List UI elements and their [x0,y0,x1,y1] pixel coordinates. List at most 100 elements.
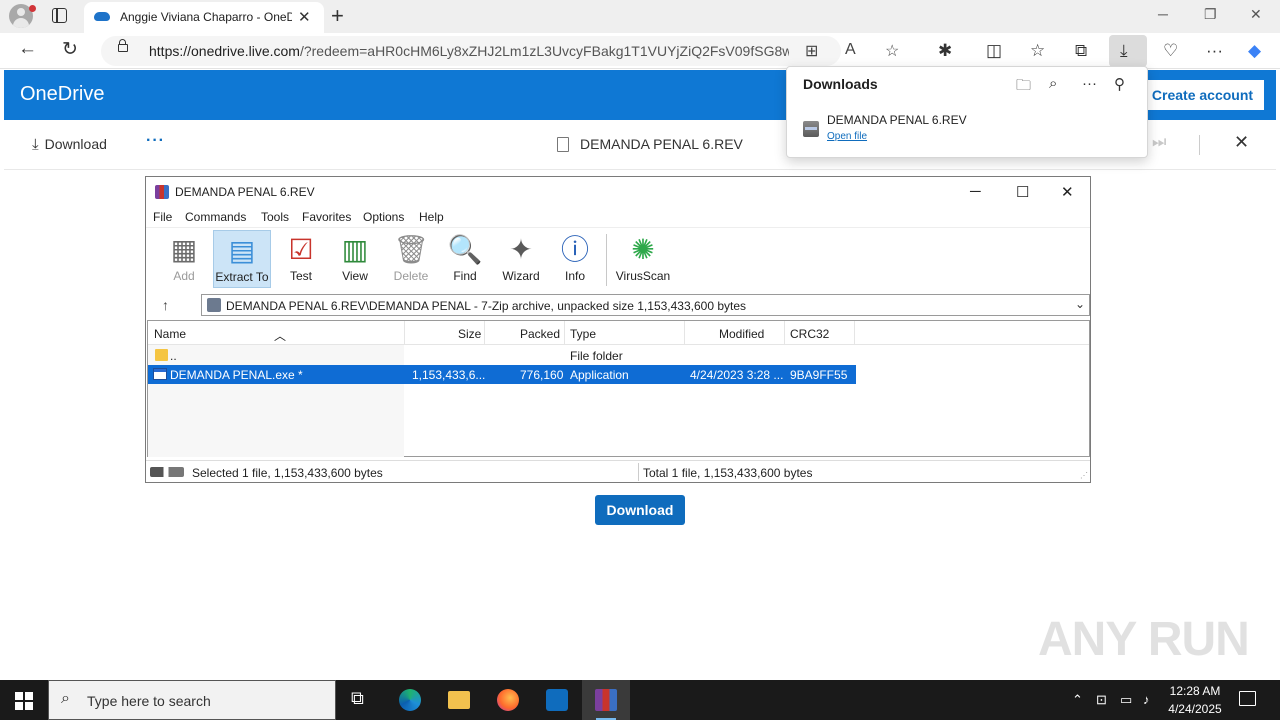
window-minimize-button[interactable]: ─ [1158,6,1168,22]
tab-close-icon[interactable]: ✕ [298,8,311,26]
column-packed[interactable]: Packed [520,327,560,341]
search-icon: ⌕ [61,690,70,707]
up-folder-icon[interactable]: ↑ [162,297,169,313]
lock-icon[interactable] [118,39,128,52]
device-icon[interactable]: ⊡ [1096,692,1107,708]
menu-favorites[interactable]: Favorites [302,210,351,224]
chevron-down-icon[interactable]: ⌄ [1075,297,1085,311]
pin-icon[interactable]: ⚲ [1114,75,1125,93]
app-available-icon[interactable]: ⊞ [805,41,818,61]
add-icon: ▦ [170,234,198,265]
tab-actions-icon[interactable] [52,8,67,23]
tab-title: Anggie Viviana Chaparro - OneD [120,10,292,24]
back-arrow-icon[interactable]: ← [18,38,37,60]
extensions-icon[interactable]: ✱ [938,41,952,61]
next-file-icon[interactable]: ⏭ [1152,134,1166,152]
menu-commands[interactable]: Commands [185,210,246,224]
toolbar-delete-button[interactable]: 🗑 Delete [382,230,440,288]
downloads-button[interactable] [1109,35,1147,67]
open-file-link[interactable]: Open file [827,131,867,142]
column-divider[interactable] [484,321,485,345]
clock-time[interactable]: 12:28 AM [1164,684,1226,698]
toolbar-wizard-button[interactable]: ✦ Wizard [492,230,550,288]
toolbar-find-button[interactable]: 🔍 Find [436,230,494,288]
column-divider[interactable] [404,321,405,345]
new-tab-icon[interactable]: + [331,3,344,29]
window-close-button[interactable]: ✕ [1250,6,1262,23]
column-type[interactable]: Type [570,327,596,341]
address-bar[interactable]: https://onedrive.live.com/?redeem=aHR0cH… [101,36,899,66]
resize-grip-icon[interactable]: ⋰ [1080,471,1088,480]
taskbar-outlook[interactable] [533,680,581,720]
column-size[interactable]: Size [458,327,481,341]
url-text[interactable]: https://onedrive.live.com/?redeem=aHR0cH… [149,43,789,59]
column-modified[interactable]: Modified [719,327,764,341]
url-domain: https://onedrive.live.com [149,43,300,59]
more-options-icon[interactable]: ··· [1082,75,1097,92]
drive-key-icon[interactable] [150,467,184,477]
toolbar-extract-to-button[interactable]: ▤ Extract To [213,230,271,288]
table-row[interactable]: .. File folder [148,346,856,365]
split-screen-icon[interactable]: ◫ [986,41,1002,61]
winrar-minimize-button[interactable]: ─ [970,183,981,200]
taskbar-winrar[interactable] [582,680,630,720]
search-icon[interactable]: ⌕ [1049,75,1057,92]
menu-help[interactable]: Help [419,210,444,224]
collections-icon[interactable]: ⧉ [1075,41,1087,61]
open-folder-icon[interactable]: 🗀 [1016,75,1031,100]
downloads-title: Downloads [803,76,878,92]
close-preview-icon[interactable]: ✕ [1234,132,1249,153]
winrar-title-bar[interactable]: DEMANDA PENAL 6.REV ─ ☐ ✕ [146,177,1090,207]
browser-essentials-icon[interactable]: ♡ [1163,41,1178,61]
table-row-selected[interactable]: DEMANDA PENAL.exe * 1,153,433,6... 776,1… [148,365,856,384]
window-restore-button[interactable]: ❐ [1204,6,1217,23]
toolbar-add-button[interactable]: ▦ Add [155,230,213,288]
toolbar-divider [1199,135,1200,155]
favorites-icon[interactable]: ☆ [1030,41,1045,61]
task-view-button[interactable]: ⧉ [336,680,384,720]
taskbar-edge[interactable] [386,680,434,720]
winrar-maximize-button[interactable]: ☐ [1016,183,1029,201]
download-icon[interactable]: ⤓ [1120,41,1128,61]
toolbar-download-label: Download [44,136,107,152]
winrar-close-button[interactable]: ✕ [1061,183,1074,201]
show-hidden-icons-icon[interactable]: ⌃ [1072,692,1083,708]
column-divider[interactable] [564,321,565,345]
notification-icon[interactable] [1239,691,1256,706]
column-divider[interactable] [784,321,785,345]
taskbar-file-explorer[interactable] [435,680,483,720]
downloads-panel: Downloads 🗀 ⌕ ··· ⚲ DEMANDA PENAL 6.REV … [786,66,1148,158]
browser-tab-active[interactable]: Anggie Viviana Chaparro - OneD ✕ [84,2,324,33]
toolbar-info-button[interactable]: ⓘ Info [546,230,604,288]
windows-start-icon[interactable] [15,692,33,710]
clock-date[interactable]: 4/24/2025 [1164,702,1226,716]
copilot-icon[interactable]: ◆ [1248,41,1261,61]
taskbar-firefox[interactable] [484,680,532,720]
folder-icon [155,349,168,361]
volume-icon[interactable]: ♪ [1143,692,1150,707]
column-divider[interactable] [684,321,685,345]
menu-tools[interactable]: Tools [261,210,289,224]
taskbar-search-box[interactable]: ⌕ Type here to search [48,680,336,720]
toolbar-virusscan-button[interactable]: ✺ VirusScan [614,230,672,288]
download-item-name[interactable]: DEMANDA PENAL 6.REV [827,113,967,127]
more-options-icon[interactable]: ··· [146,132,165,150]
favorite-star-icon[interactable]: ☆ [885,41,899,61]
toolbar-view-button[interactable]: ▥ View [326,230,384,288]
winrar-file-list[interactable]: Name ︿ Size Packed Type Modified CRC32 .… [147,320,1090,457]
toolbar-download-button[interactable]: ⤓ Download [32,136,107,153]
refresh-icon[interactable]: ↻ [62,38,78,61]
create-account-button[interactable]: Create account [1141,80,1264,110]
column-divider[interactable] [854,321,855,345]
path-combobox[interactable]: DEMANDA PENAL 6.REV\DEMANDA PENAL - 7-Zi… [201,294,1090,316]
settings-more-icon[interactable]: ··· [1206,41,1223,61]
toolbar-test-button[interactable]: ☑ Test [272,230,330,288]
download-button[interactable]: Download [595,495,685,525]
column-crc32[interactable]: CRC32 [790,327,829,341]
network-icon[interactable]: ▭ [1120,692,1132,708]
menu-file[interactable]: File [153,210,172,224]
menu-options[interactable]: Options [363,210,404,224]
read-aloud-icon[interactable]: A [845,41,856,59]
column-name[interactable]: Name [154,327,186,341]
onedrive-brand[interactable]: OneDrive [20,83,104,106]
